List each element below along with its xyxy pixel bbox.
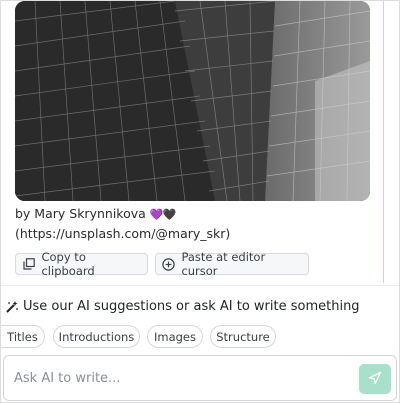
copy-icon xyxy=(22,257,35,271)
chip-titles[interactable]: Titles xyxy=(1,325,45,348)
image-preview xyxy=(15,1,370,201)
plus-circle-icon xyxy=(162,257,175,271)
credit-url: (https://unsplash.com/@mary_skr) xyxy=(15,226,231,241)
ask-ai-box xyxy=(3,355,397,401)
paste-at-cursor-button[interactable]: Paste at editor cursor xyxy=(155,250,309,278)
credit-author: by Mary Skrynnikova xyxy=(15,206,146,221)
ask-ai-input[interactable] xyxy=(12,366,346,390)
send-button[interactable] xyxy=(359,364,391,394)
hearts-emoji: 💜🖤 xyxy=(149,208,176,221)
magic-wand-icon xyxy=(5,300,19,314)
chip-structure[interactable]: Structure xyxy=(210,325,276,348)
send-icon xyxy=(368,370,382,389)
copy-button-label: Copy to clipboard xyxy=(41,250,95,278)
section-divider xyxy=(1,285,399,286)
copy-to-clipboard-button[interactable]: Copy to clipboard xyxy=(15,250,148,278)
building-photo xyxy=(15,1,370,201)
ai-suggestion-text: Use our AI suggestions or ask AI to writ… xyxy=(23,299,360,314)
ai-suggestion-hint: Use our AI suggestions or ask AI to writ… xyxy=(5,299,360,314)
scroll-divider xyxy=(383,1,384,283)
chip-introductions[interactable]: Introductions xyxy=(53,325,140,348)
ai-panel: by Mary Skrynnikova 💜🖤 (https://unsplash… xyxy=(0,0,400,403)
paste-button-label: Paste at editor cursor xyxy=(181,250,266,278)
chip-images[interactable]: Images xyxy=(147,325,203,348)
photo-credit: by Mary Skrynnikova 💜🖤 (https://unsplash… xyxy=(15,204,375,243)
credit-author-line: by Mary Skrynnikova 💜🖤 xyxy=(15,204,375,224)
